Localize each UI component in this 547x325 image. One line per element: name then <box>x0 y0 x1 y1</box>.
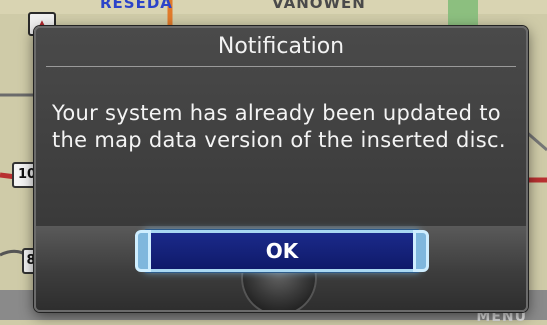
ok-button[interactable]: OK <box>135 230 429 272</box>
dialog-title: Notification <box>217 34 345 59</box>
map-street-label: RESEDA <box>100 0 173 12</box>
notification-dialog: Notification Your system has already bee… <box>34 26 528 312</box>
dialog-message: Your system has already been updated to … <box>52 101 506 152</box>
map-street-label: VANOWEN <box>272 0 366 12</box>
title-divider <box>46 66 516 67</box>
